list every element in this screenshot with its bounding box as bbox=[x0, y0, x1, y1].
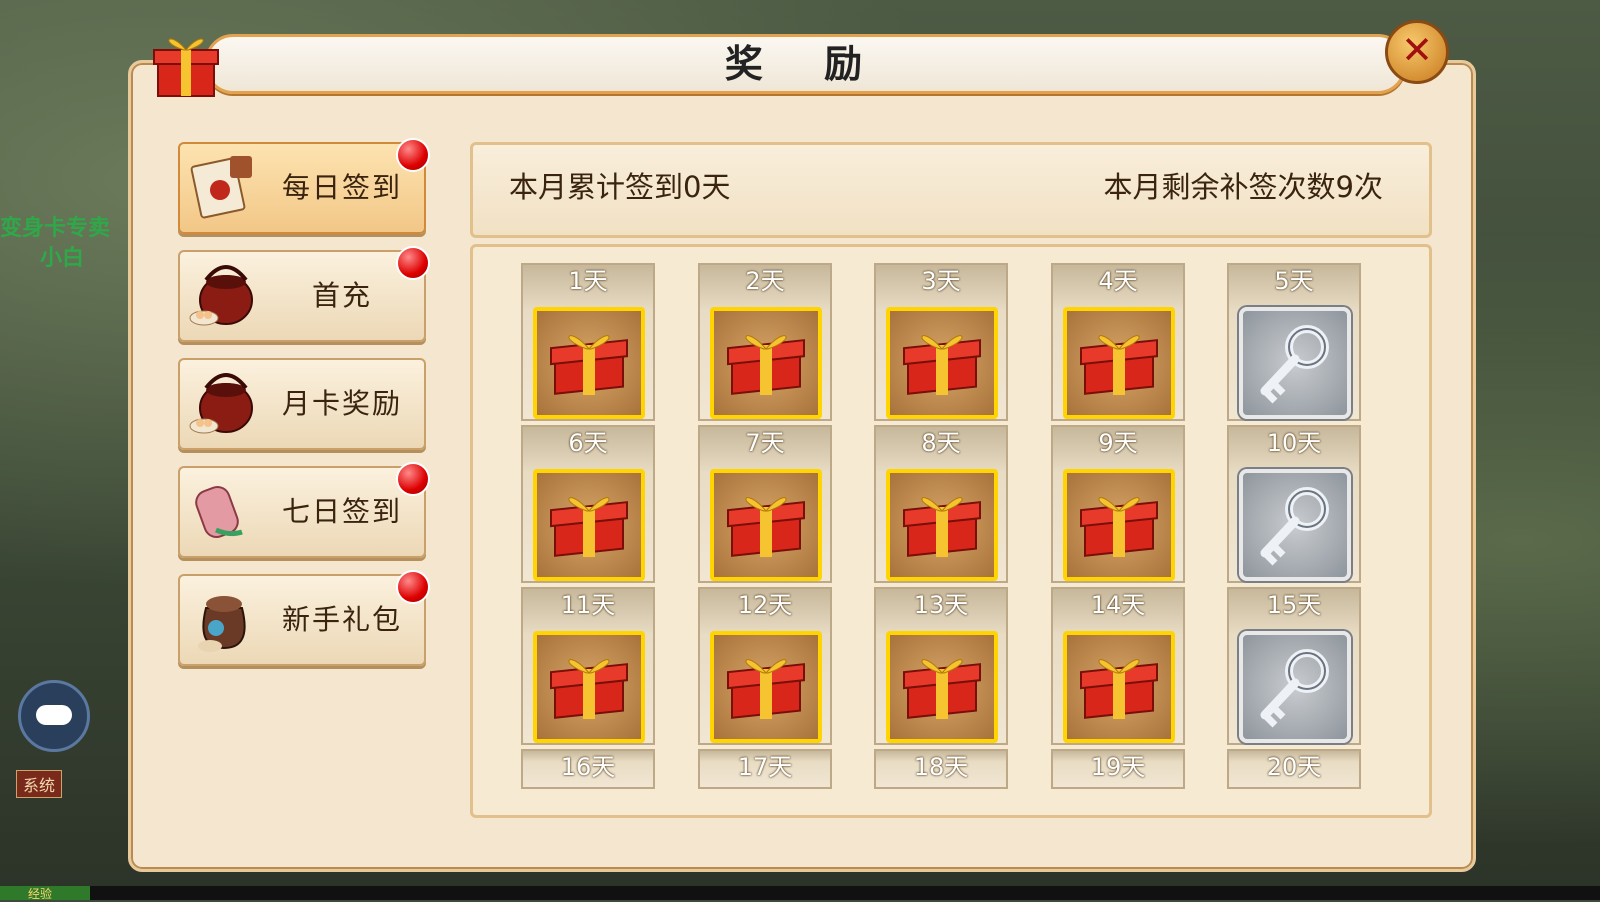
day-cell[interactable]: 18天 bbox=[874, 749, 1008, 789]
gift-box-icon[interactable] bbox=[886, 631, 998, 743]
day-label: 13天 bbox=[913, 591, 969, 619]
background-text: 变身卡专卖 bbox=[0, 216, 111, 241]
close-icon: ✕ bbox=[1401, 28, 1433, 72]
daily-reward-grid: 1天 2天 3天 4天 5天 6天 7天 8天 9天 10天 11天 12天 13天 14天 15天 16天 1… bbox=[470, 244, 1432, 818]
menu-item-1[interactable]: 每日签到 bbox=[178, 138, 430, 234]
day-cell[interactable]: 19天 bbox=[1051, 749, 1185, 789]
key-icon[interactable] bbox=[1239, 307, 1351, 419]
day-label: 4天 bbox=[1098, 267, 1138, 295]
day-cell[interactable]: 8天 bbox=[874, 425, 1008, 583]
day-label: 1天 bbox=[568, 267, 608, 295]
gift-box-icon[interactable] bbox=[710, 307, 822, 419]
monthly-sign-in-count: 本月累计签到0天 bbox=[509, 170, 731, 204]
day-cell[interactable]: 14天 bbox=[1051, 587, 1185, 745]
day-label: 3天 bbox=[921, 267, 961, 295]
gift-box-icon[interactable] bbox=[1063, 631, 1175, 743]
day-label: 16天 bbox=[560, 753, 616, 781]
day-cell[interactable]: 13天 bbox=[874, 587, 1008, 745]
day-cell[interactable]: 6天 bbox=[521, 425, 655, 583]
day-cell[interactable]: 2天 bbox=[698, 263, 832, 421]
title-bar: 奖 励 bbox=[205, 34, 1406, 94]
menu-item-4[interactable]: 七日签到 bbox=[178, 462, 430, 558]
background-text: 小白 bbox=[40, 246, 85, 271]
day-label: 6天 bbox=[568, 429, 608, 457]
gift-box-icon[interactable] bbox=[1063, 469, 1175, 581]
gift-box-icon bbox=[150, 28, 222, 100]
day-cell[interactable]: 5天 bbox=[1227, 263, 1361, 421]
panel-title: 奖 励 bbox=[724, 42, 887, 86]
gift-box-icon[interactable] bbox=[533, 631, 645, 743]
notification-dot bbox=[396, 462, 430, 496]
gift-box-icon[interactable] bbox=[710, 631, 822, 743]
menu-item-label: 七日签到 bbox=[281, 495, 402, 528]
gift-box-icon[interactable] bbox=[886, 469, 998, 581]
makeup-sign-in-remaining: 本月剩余补签次数9次 bbox=[1103, 170, 1383, 204]
menu-item-2[interactable]: 首充 bbox=[178, 246, 430, 342]
gift-box-icon[interactable] bbox=[1063, 307, 1175, 419]
menu-item-label: 首充 bbox=[311, 279, 372, 312]
gift-box-icon[interactable] bbox=[533, 307, 645, 419]
food-basket-icon bbox=[186, 258, 260, 332]
day-label: 19天 bbox=[1090, 753, 1146, 781]
day-label: 20天 bbox=[1266, 753, 1322, 781]
day-label: 8天 bbox=[921, 429, 961, 457]
day-cell[interactable]: 9天 bbox=[1051, 425, 1185, 583]
key-icon[interactable] bbox=[1239, 469, 1351, 581]
day-label: 2天 bbox=[745, 267, 785, 295]
day-label: 9天 bbox=[1098, 429, 1138, 457]
calendar-scroll-icon bbox=[186, 150, 260, 224]
system-tag: 系统 bbox=[16, 770, 63, 798]
day-label: 11天 bbox=[560, 591, 616, 619]
day-cell[interactable]: 17天 bbox=[698, 749, 832, 789]
experience-bar: 经验 bbox=[0, 886, 1600, 901]
gift-box-icon[interactable] bbox=[710, 469, 822, 581]
notification-dot bbox=[396, 138, 430, 172]
day-cell[interactable]: 16天 bbox=[521, 749, 655, 789]
day-cell[interactable]: 12天 bbox=[698, 587, 832, 745]
day-label: 10天 bbox=[1266, 429, 1322, 457]
notification-dot bbox=[396, 570, 430, 604]
chat-bubble-icon[interactable] bbox=[18, 680, 90, 752]
day-cell[interactable]: 4天 bbox=[1051, 263, 1185, 421]
day-label: 12天 bbox=[737, 591, 793, 619]
day-cell[interactable]: 11天 bbox=[521, 587, 655, 745]
scroll-icon bbox=[186, 474, 260, 548]
experience-label: 经验 bbox=[28, 887, 53, 901]
menu-item-label: 每日签到 bbox=[281, 171, 402, 204]
day-label: 17天 bbox=[737, 753, 793, 781]
day-label: 18天 bbox=[913, 753, 969, 781]
key-icon[interactable] bbox=[1239, 631, 1351, 743]
day-cell[interactable]: 20天 bbox=[1227, 749, 1361, 789]
day-cell[interactable]: 7天 bbox=[698, 425, 832, 583]
gift-box-icon[interactable] bbox=[533, 469, 645, 581]
day-label: 5天 bbox=[1274, 267, 1314, 295]
gift-box-icon[interactable] bbox=[886, 307, 998, 419]
treasure-bag-icon bbox=[186, 582, 260, 656]
menu-item-5[interactable]: 新手礼包 bbox=[178, 570, 430, 666]
menu-item-label: 月卡奖励 bbox=[281, 387, 402, 420]
day-cell[interactable]: 10天 bbox=[1227, 425, 1361, 583]
day-cell[interactable]: 3天 bbox=[874, 263, 1008, 421]
notification-dot bbox=[396, 246, 430, 280]
day-label: 7天 bbox=[745, 429, 785, 457]
day-label: 15天 bbox=[1266, 591, 1322, 619]
sign-in-info-bar: 本月累计签到0天 本月剩余补签次数9次 bbox=[470, 142, 1432, 238]
day-cell[interactable]: 1天 bbox=[521, 263, 655, 421]
close-button[interactable]: ✕ bbox=[1385, 20, 1449, 84]
food-basket-icon bbox=[186, 366, 260, 440]
menu-item-label: 新手礼包 bbox=[281, 603, 402, 636]
menu-item-3[interactable]: 月卡奖励 bbox=[178, 358, 426, 450]
day-cell[interactable]: 15天 bbox=[1227, 587, 1361, 745]
day-label: 14天 bbox=[1090, 591, 1146, 619]
